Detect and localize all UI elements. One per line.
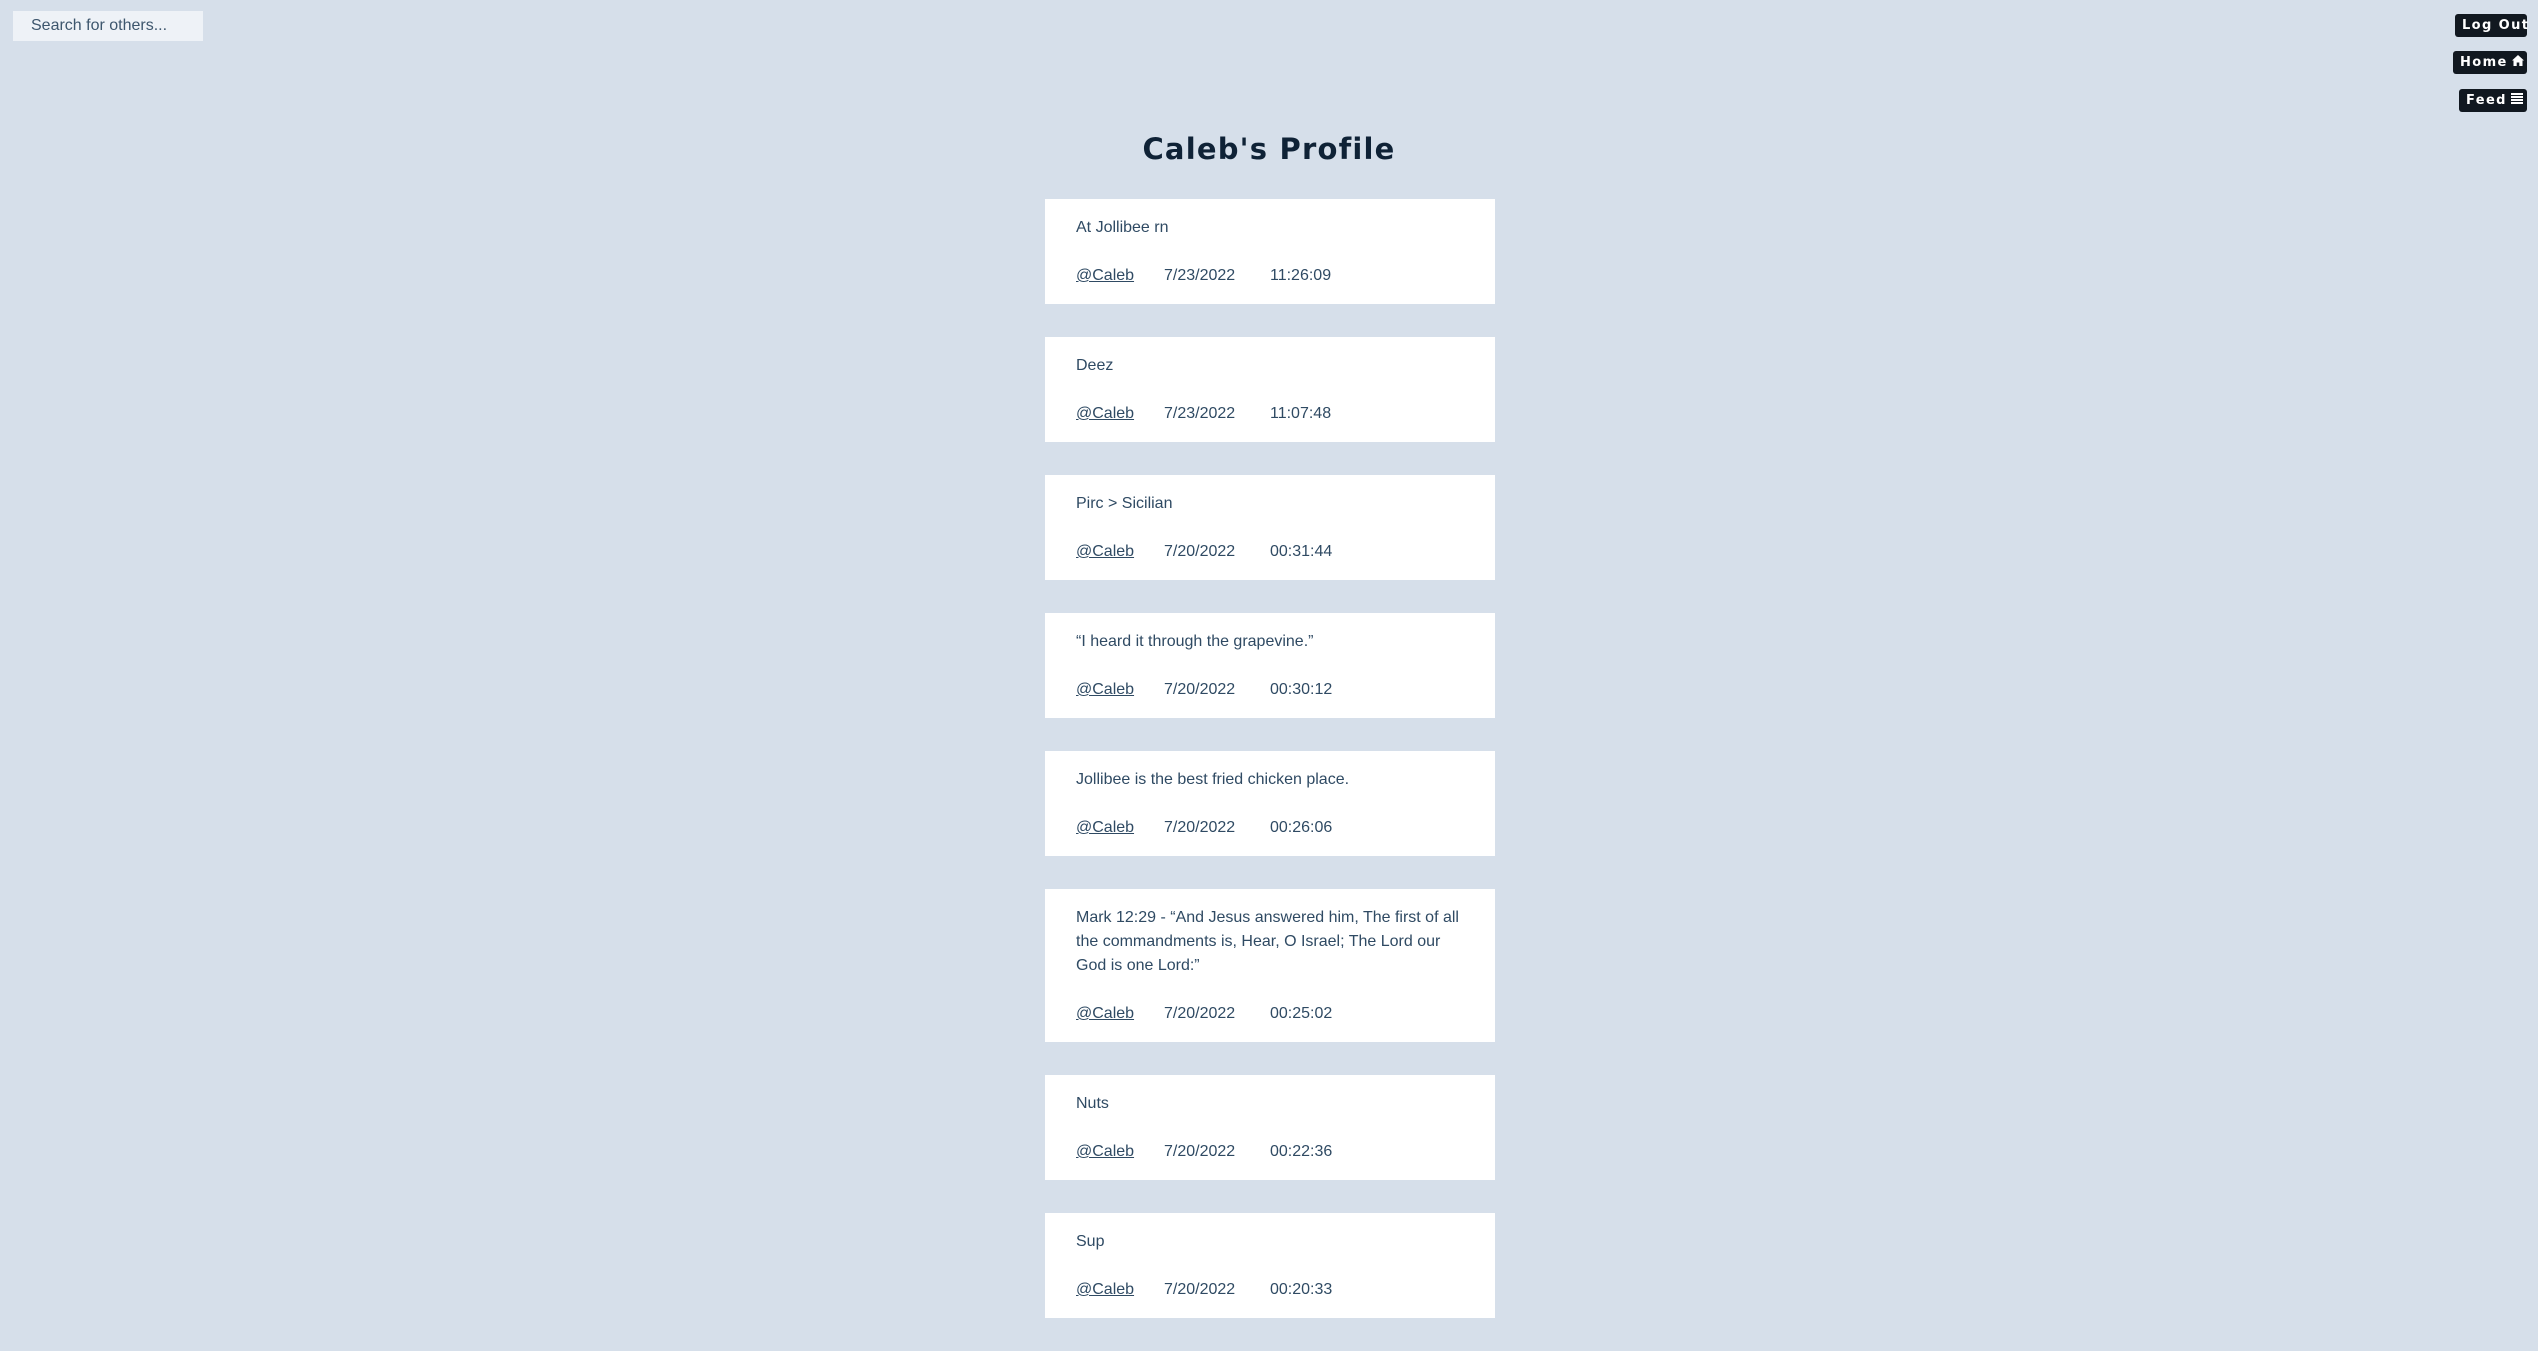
post-time: 00:25:02 xyxy=(1270,1005,1333,1022)
post-text: Nuts xyxy=(1076,1095,1109,1112)
post-card: Jollibee is the best fried chicken place… xyxy=(1045,751,1495,856)
post-text: “I heard it through the grapevine.” xyxy=(1076,633,1314,650)
post-time: 11:26:09 xyxy=(1270,267,1332,284)
post-meta: @Caleb 7/20/2022 00:25:02 xyxy=(1076,1002,1464,1026)
post-meta: @Caleb 7/23/2022 11:26:09 xyxy=(1076,264,1464,288)
post-meta: @Caleb 7/20/2022 00:26:06 xyxy=(1076,816,1464,840)
post-author-link[interactable]: @Caleb xyxy=(1076,1002,1164,1026)
post-card: Pirc > Sicilian @Caleb 7/20/2022 00:31:4… xyxy=(1045,475,1495,580)
post-date: 7/20/2022 xyxy=(1164,1143,1236,1160)
post-text: Pirc > Sicilian xyxy=(1076,495,1173,512)
feed-button[interactable]: Feed xyxy=(2459,89,2527,112)
logout-label: Log Out xyxy=(2462,18,2530,33)
post-text: Sup xyxy=(1076,1233,1105,1250)
post-card: Sup @Caleb 7/20/2022 00:20:33 xyxy=(1045,1213,1495,1318)
post-date: 7/20/2022 xyxy=(1164,543,1236,560)
home-icon xyxy=(2511,51,2524,74)
post-meta: @Caleb 7/20/2022 00:31:44 xyxy=(1076,540,1464,564)
post-author-link[interactable]: @Caleb xyxy=(1076,264,1164,288)
post-card: Mark 12:29 - “And Jesus answered him, Th… xyxy=(1045,889,1495,1042)
post-author-link[interactable]: @Caleb xyxy=(1076,1140,1164,1164)
post-author-link[interactable]: @Caleb xyxy=(1076,816,1164,840)
post-meta: @Caleb 7/20/2022 00:20:33 xyxy=(1076,1278,1464,1302)
post-time: 00:26:06 xyxy=(1270,819,1333,836)
post-feed: At Jollibee rn @Caleb 7/23/2022 11:26:09… xyxy=(1045,199,1495,1351)
post-text: Deez xyxy=(1076,357,1114,374)
home-label: Home xyxy=(2460,55,2508,70)
post-date: 7/23/2022 xyxy=(1164,405,1236,422)
post-author-link[interactable]: @Caleb xyxy=(1076,540,1164,564)
post-date: 7/23/2022 xyxy=(1164,267,1236,284)
post-author-link[interactable]: @Caleb xyxy=(1076,1278,1164,1302)
post-author-link[interactable]: @Caleb xyxy=(1076,678,1164,702)
home-button[interactable]: Home xyxy=(2453,51,2527,74)
post-time: 00:31:44 xyxy=(1270,543,1333,560)
post-meta: @Caleb 7/23/2022 11:07:48 xyxy=(1076,402,1464,426)
post-meta: @Caleb 7/20/2022 00:22:36 xyxy=(1076,1140,1464,1164)
post-date: 7/20/2022 xyxy=(1164,681,1236,698)
post-date: 7/20/2022 xyxy=(1164,1281,1236,1298)
post-card: At Jollibee rn @Caleb 7/23/2022 11:26:09 xyxy=(1045,199,1495,304)
feed-label: Feed xyxy=(2466,93,2507,108)
search-input[interactable] xyxy=(13,11,203,41)
post-date: 7/20/2022 xyxy=(1164,1005,1236,1022)
post-card: “I heard it through the grapevine.” @Cal… xyxy=(1045,613,1495,718)
post-meta: @Caleb 7/20/2022 00:30:12 xyxy=(1076,678,1464,702)
post-card: Nuts @Caleb 7/20/2022 00:22:36 xyxy=(1045,1075,1495,1180)
post-text: Jollibee is the best fried chicken place… xyxy=(1076,771,1350,788)
post-card: Deez @Caleb 7/23/2022 11:07:48 xyxy=(1045,337,1495,442)
post-author-link[interactable]: @Caleb xyxy=(1076,402,1164,426)
post-time: 00:20:33 xyxy=(1270,1281,1333,1298)
list-icon xyxy=(2510,89,2523,112)
logout-button[interactable]: Log Out xyxy=(2455,14,2530,37)
post-time: 00:22:36 xyxy=(1270,1143,1333,1160)
page-title: Caleb's Profile xyxy=(1142,132,1396,166)
post-date: 7/20/2022 xyxy=(1164,819,1236,836)
post-text: At Jollibee rn xyxy=(1076,219,1169,236)
post-text: Mark 12:29 - “And Jesus answered him, Th… xyxy=(1076,909,1459,974)
post-time: 11:07:48 xyxy=(1270,405,1332,422)
post-time: 00:30:12 xyxy=(1270,681,1333,698)
